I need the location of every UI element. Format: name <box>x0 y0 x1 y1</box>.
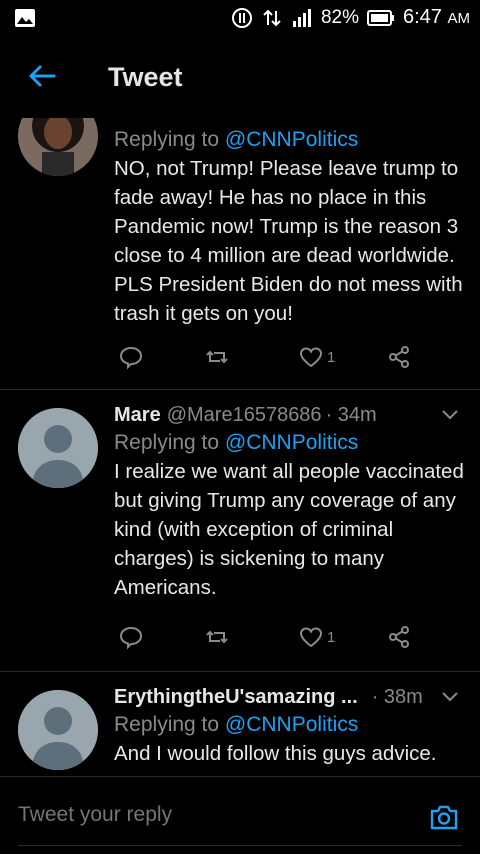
reply-divider <box>18 845 462 846</box>
reply-bar <box>0 776 480 854</box>
status-bar: 82% 6:47 AM <box>0 0 480 38</box>
tweet-text: I realize we want all people vaccinated … <box>114 460 464 599</box>
like-button[interactable]: 1 <box>298 344 335 370</box>
reply-button[interactable] <box>118 344 144 370</box>
reply-input[interactable] <box>18 803 398 827</box>
tweet-header: Mare @Mare16578686 · 34m <box>114 404 464 427</box>
retweet-button[interactable] <box>204 624 230 650</box>
app-header: Tweet <box>0 38 480 118</box>
reply-feed: Replying to @CNNPolitics NO, not Trump! … <box>0 118 480 776</box>
retweet-icon <box>206 630 228 644</box>
avatar[interactable] <box>18 690 98 770</box>
share-icon <box>389 346 409 368</box>
replying-prefix: Replying to <box>114 713 220 736</box>
chevron-down-icon[interactable] <box>440 690 460 704</box>
clock: 6:47 AM <box>403 6 470 29</box>
chevron-down-icon[interactable] <box>440 408 460 422</box>
replying-prefix: Replying to <box>114 128 220 151</box>
reply-icon <box>119 626 143 650</box>
tweet-item[interactable]: Replying to @CNNPolitics NO, not Trump! … <box>0 118 480 390</box>
avatar[interactable] <box>18 408 98 488</box>
display-name[interactable]: ErythingtheU'samazing ... <box>114 686 358 709</box>
reply-icon <box>119 346 143 370</box>
replying-to: Replying to @CNNPolitics <box>114 128 464 152</box>
retweet-button[interactable] <box>204 344 230 370</box>
signal-icon <box>292 8 311 27</box>
default-avatar-icon <box>18 690 98 770</box>
replying-to: Replying to @CNNPolitics <box>114 713 464 737</box>
clock-ampm: AM <box>447 10 471 27</box>
data-saver-icon <box>231 7 252 28</box>
display-name[interactable]: Mare <box>114 404 161 427</box>
replying-handle-link[interactable]: @CNNPolitics <box>225 128 358 151</box>
retweet-icon <box>206 350 228 364</box>
share-button[interactable] <box>386 624 412 650</box>
camera-icon[interactable] <box>428 801 460 833</box>
data-arrows-icon <box>263 9 281 26</box>
replying-prefix: Replying to <box>114 431 220 454</box>
page-title: Tweet <box>108 62 183 92</box>
gallery-icon <box>15 9 35 27</box>
tweet-header: ErythingtheU'samazing ... · 38m <box>114 686 464 709</box>
back-arrow-icon[interactable] <box>26 60 58 92</box>
share-button[interactable] <box>386 344 412 370</box>
replying-handle-link[interactable]: @CNNPolitics <box>225 713 358 736</box>
heart-icon <box>299 347 323 368</box>
like-count: 1 <box>327 628 336 646</box>
tweet-item[interactable]: ErythingtheU'samazing ... · 38m Replying… <box>0 672 480 776</box>
tweet-time: · 34m <box>325 404 377 426</box>
battery-percent: 82% <box>320 6 359 28</box>
tweet-text: And I would follow this guys advice. <box>114 742 437 765</box>
tweet-item[interactable]: Mare @Mare16578686 · 34m Replying to @CN… <box>0 390 480 672</box>
like-count: 1 <box>327 348 336 366</box>
tweet-actions: 1 <box>114 344 414 374</box>
replying-handle-link[interactable]: @CNNPolitics <box>225 431 358 454</box>
tweet-text: NO, not Trump! Please leave trump to fad… <box>114 157 463 325</box>
reply-button[interactable] <box>118 624 144 650</box>
battery-icon <box>367 9 394 26</box>
tweet-actions: 1 <box>114 624 414 654</box>
replying-to: Replying to @CNNPolitics <box>114 431 464 455</box>
like-button[interactable]: 1 <box>298 624 335 650</box>
avatar[interactable] <box>18 118 98 176</box>
share-icon <box>389 626 409 648</box>
heart-icon <box>299 627 323 648</box>
user-handle[interactable]: @Mare16578686 <box>167 404 322 427</box>
default-avatar-icon <box>18 408 98 488</box>
tweet-time: · 38m <box>371 686 423 708</box>
clock-time: 6:47 <box>403 6 442 28</box>
